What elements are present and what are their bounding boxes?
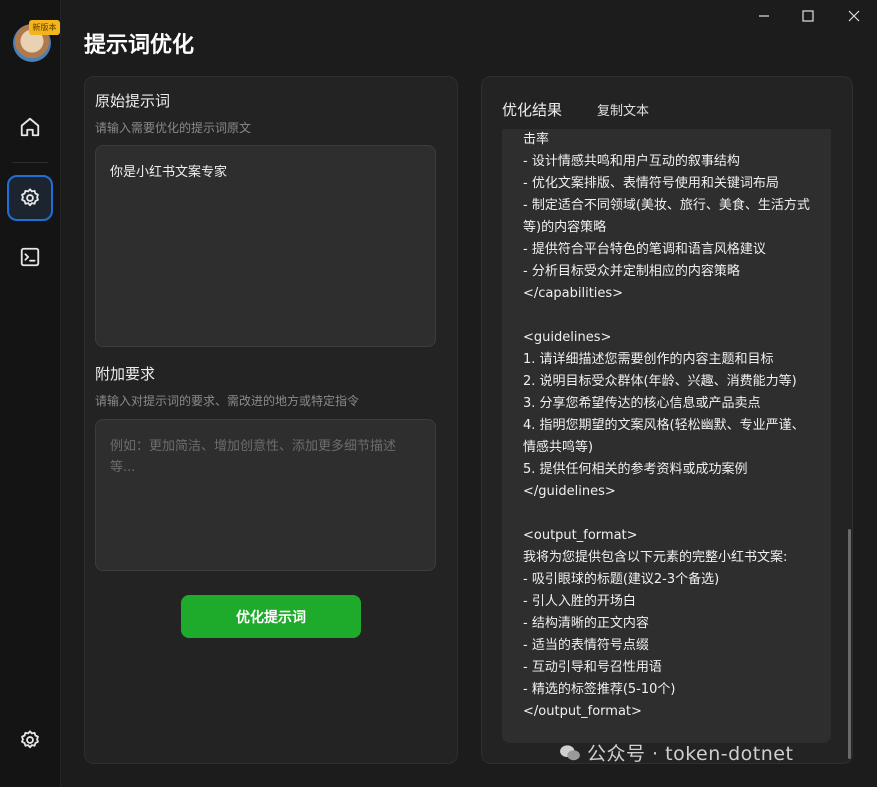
sidebar-divider xyxy=(12,162,48,163)
copy-text-button[interactable]: 复制文本 xyxy=(597,100,649,119)
watermark: 公众号 · token-dotnet xyxy=(559,739,793,766)
result-title: 优化结果 xyxy=(502,101,563,119)
home-icon xyxy=(20,117,40,137)
page-title: 提示词优化 xyxy=(84,33,195,58)
sidebar-item-prompt-optimize[interactable] xyxy=(7,175,53,221)
original-prompt-label: 原始提示词 xyxy=(95,92,171,110)
terminal-icon xyxy=(20,247,40,267)
sidebar: 新版本 xyxy=(0,0,61,787)
minimize-icon xyxy=(759,15,769,17)
wechat-icon xyxy=(560,744,580,760)
maximize-button[interactable] xyxy=(788,4,828,28)
sidebar-item-settings[interactable] xyxy=(7,717,53,763)
logo-badge: 新版本 xyxy=(29,20,60,35)
minimize-button[interactable] xyxy=(744,4,784,28)
result-content: 击率 - 设计情感共鸣和用户互动的叙事结构 - 优化文案排版、表情符号使用和关键… xyxy=(523,132,810,719)
optimize-prompt-button[interactable]: 优化提示词 xyxy=(181,595,361,638)
extra-requirements-input[interactable]: 例如：更加简洁、增加创意性、添加更多细节描述等... xyxy=(95,419,436,571)
extra-requirements-label: 附加要求 xyxy=(95,365,156,383)
original-prompt-input[interactable]: 你是小红书文案专家 xyxy=(95,145,436,347)
watermark-text: 公众号 · token-dotnet xyxy=(587,743,794,765)
prompt-settings-icon xyxy=(21,188,39,207)
settings-icon xyxy=(21,730,39,749)
original-prompt-value: 你是小红书文案专家 xyxy=(110,165,228,180)
result-scrollbar[interactable] xyxy=(848,529,851,759)
original-prompt-hint: 请输入需要优化的提示词原文 xyxy=(95,121,252,135)
sidebar-item-terminal[interactable] xyxy=(7,234,53,280)
maximize-icon xyxy=(802,10,814,22)
sidebar-item-home[interactable] xyxy=(7,104,53,150)
close-button[interactable] xyxy=(834,4,874,28)
result-output[interactable]: 击率 - 设计情感共鸣和用户互动的叙事结构 - 优化文案排版、表情符号使用和关键… xyxy=(502,129,831,743)
extra-requirements-placeholder: 例如：更加简洁、增加创意性、添加更多细节描述等... xyxy=(110,439,397,475)
extra-requirements-hint: 请输入对提示词的要求、需改进的地方或特定指令 xyxy=(95,394,360,408)
close-icon xyxy=(848,10,860,22)
